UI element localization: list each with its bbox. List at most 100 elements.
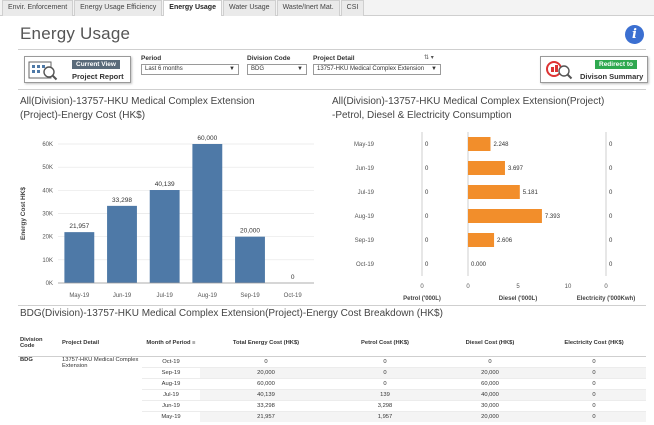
col-electricity-cost: Electricity Cost (HK$): [542, 330, 646, 357]
data-label-electricity: 0: [609, 238, 613, 244]
tab-waste-inert[interactable]: Waste/Inert Mat.: [276, 0, 340, 16]
consumption-bar-chart: May-19 Jun-19 Jul-19 Aug-19 Sep-19 Oct-19 0 2.2…: [354, 132, 635, 302]
col-total-energy-cost: Total Energy Cost (HK$): [200, 330, 332, 357]
cell-petrol: 3,298: [332, 399, 438, 411]
division-dropdown-icon: ▼: [297, 66, 303, 72]
project-detail-label: Project Detail: [313, 55, 355, 62]
division-code-select[interactable]: BDG ▼: [247, 64, 307, 75]
bar: [64, 232, 95, 283]
period-select[interactable]: Last 6 months ▼: [141, 64, 239, 75]
filter-options-icon[interactable]: ⇅ ▾: [424, 54, 434, 61]
cell-total: 21,957: [200, 410, 332, 422]
cell-petrol: 0: [332, 377, 438, 389]
data-label-diesel: 2.248: [493, 142, 509, 148]
cell-total: 0: [200, 355, 332, 367]
y-tick-label: Jun-19: [356, 166, 375, 172]
sort-icon[interactable]: ≡: [192, 340, 195, 346]
x-tick-label: May-19: [69, 293, 90, 299]
col-project-detail: Project Detail: [60, 330, 142, 357]
x-tick-label: Aug-19: [198, 293, 218, 299]
cell-diesel: 20,000: [438, 410, 542, 422]
report-icon: [28, 61, 58, 81]
data-label-diesel: 7.393: [545, 214, 561, 220]
x-tick-label: Jun-19: [113, 293, 132, 299]
col-month-of-period[interactable]: Month of Period ≡: [142, 330, 200, 357]
bar-diesel: [468, 185, 520, 199]
data-label-petrol: 0: [425, 166, 429, 172]
redirect-tag: Redirect to: [595, 60, 637, 69]
cell-petrol: 0: [332, 366, 438, 378]
data-label-diesel: 2.606: [497, 238, 513, 244]
current-view-tag: Current View: [72, 60, 120, 69]
filter-divider: [18, 89, 646, 90]
bar-diesel: [468, 209, 542, 223]
y-tick-label: 50K: [42, 165, 53, 171]
y-tick-label: 20K: [42, 235, 53, 241]
tab-csi[interactable]: CSI: [340, 0, 365, 16]
axis-label-electricity: Electricity ('000Kwh): [577, 296, 635, 302]
y-tick-label: May-19: [354, 142, 375, 148]
cell-total: 40,139: [200, 388, 332, 400]
data-label-electricity: 0: [609, 262, 613, 268]
cell-project: 13757-HKU Medical Complex Extension: [62, 356, 139, 369]
period-dropdown-icon: ▼: [229, 66, 235, 72]
project-report-label: Project Report: [72, 72, 124, 81]
data-label-electricity: 0: [609, 142, 613, 148]
data-label-diesel: 3.697: [508, 166, 524, 172]
data-label-petrol: 0: [425, 214, 429, 220]
page-title: Energy Usage: [20, 24, 131, 43]
project-detail-select[interactable]: 13757-HKU Medical Complex Extension ▼: [313, 64, 441, 75]
data-label-diesel: 0.000: [471, 262, 487, 268]
tab-envir-enforcement[interactable]: Envir. Enforcement: [2, 0, 74, 16]
cell-month: Jun-19: [142, 399, 200, 411]
tab-bar: Envir. Enforcement Energy Usage Efficien…: [0, 0, 654, 16]
y-tick-label: 60K: [42, 142, 53, 148]
cell-electricity: 0: [542, 410, 646, 422]
y-tick-label: Jul-19: [358, 190, 375, 196]
cell-division: BDG: [20, 356, 33, 363]
cell-electricity: 0: [542, 355, 646, 367]
y-tick-label: Oct-19: [356, 262, 375, 268]
cell-petrol: 139: [332, 388, 438, 400]
bar-diesel: [468, 233, 495, 247]
info-icon[interactable]: i: [625, 25, 644, 44]
cell-diesel: 60,000: [438, 377, 542, 389]
tab-energy-usage[interactable]: Energy Usage: [163, 0, 222, 16]
cell-month: Sep-19: [142, 366, 200, 378]
energy-cost-chart-title: All(Division)-13757-HKU Medical Complex …: [20, 96, 255, 121]
data-label: 0: [291, 274, 295, 281]
data-label-petrol: 0: [425, 238, 429, 244]
y-tick-label: 0K: [46, 281, 53, 287]
cell-month: Jul-19: [142, 388, 200, 400]
col-division-code: Division Code: [18, 330, 60, 357]
bar: [149, 190, 180, 283]
data-label-diesel: 5.181: [523, 190, 539, 196]
breakdown-header-row: Division Code Project Detail Month of Pe…: [18, 330, 646, 357]
bar: [235, 236, 265, 283]
data-label: 60,000: [197, 135, 217, 142]
period-label: Period: [141, 55, 162, 62]
table-row: BDG 13757-HKU Medical Complex Extension Oc…: [18, 355, 646, 369]
title-divider: [18, 49, 646, 50]
cell-month: May-19: [142, 410, 200, 422]
cell-electricity: 0: [542, 399, 646, 411]
y-tick-label: 40K: [42, 188, 53, 194]
tab-water-usage[interactable]: Water Usage: [222, 0, 276, 16]
data-label-petrol: 0: [425, 262, 429, 268]
data-label: 33,298: [112, 197, 132, 204]
y-tick-label: 30K: [42, 212, 53, 218]
division-code-label: Division Code: [247, 55, 291, 62]
breakdown-title: BDG(Division)-13757-HKU Medical Complex …: [20, 308, 443, 319]
x-tick-label: Sep-19: [240, 293, 260, 299]
data-label-electricity: 0: [609, 166, 613, 172]
bar-diesel: [468, 161, 505, 175]
current-view-project-report-button[interactable]: Current View Project Report: [24, 56, 131, 83]
redirect-division-summary-button[interactable]: Redirect to Divison Summary: [540, 56, 648, 83]
data-label-electricity: 0: [609, 214, 613, 220]
tab-energy-usage-efficiency[interactable]: Energy Usage Efficiency: [74, 0, 163, 16]
consumption-chart-title: All(Division)-13757-HKU Medical Complex …: [332, 96, 605, 121]
bar-diesel: [468, 137, 491, 151]
chart-divider: [18, 305, 646, 306]
energy-cost-bar-chart: 0K 10K 20K 30K 40K 50K 60K Energy Cost HK$ 21,95…: [20, 135, 314, 299]
data-label: 21,957: [69, 223, 89, 230]
